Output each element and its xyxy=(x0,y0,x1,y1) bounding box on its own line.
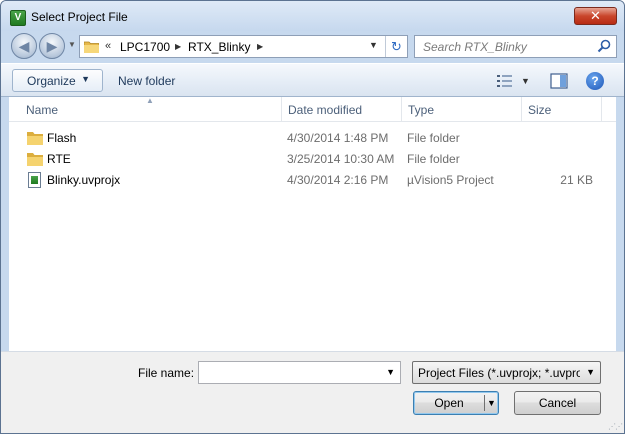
file-row-blinky-uvprojx[interactable]: Blinky.uvprojx 4/30/2014 2:16 PM µVision… xyxy=(9,170,616,191)
file-type-filter-select[interactable]: Project Files (*.uvprojx; *.uvproj) ▼ xyxy=(412,361,601,384)
file-name: Blinky.uvprojx xyxy=(47,173,121,187)
file-name: Flash xyxy=(47,131,77,145)
breadcrumb-separator-icon[interactable]: ▶ xyxy=(175,42,181,51)
organize-label: Organize xyxy=(27,74,76,88)
uvision-project-icon xyxy=(28,172,41,188)
file-selection-panel: File name: ▼ Project Files (*.uvprojx; *… xyxy=(1,351,624,433)
column-size[interactable]: Size xyxy=(522,97,602,122)
file-date: 3/25/2014 10:30 AM xyxy=(287,152,395,166)
open-options-dropdown-icon[interactable]: ▼ xyxy=(487,392,496,414)
folder-icon xyxy=(27,132,43,145)
cancel-button[interactable]: Cancel xyxy=(514,391,601,415)
change-view-icon[interactable] xyxy=(496,74,514,88)
file-date: 4/30/2014 2:16 PM xyxy=(287,173,389,187)
column-type[interactable]: Type xyxy=(402,97,522,122)
breadcrumb-rtx-blinky[interactable]: RTX_Blinky xyxy=(188,40,250,54)
dialog-title: Select Project File xyxy=(31,10,128,24)
command-bar: Organize ▼ New folder ▼ ? xyxy=(1,63,624,97)
file-name-input[interactable] xyxy=(199,362,379,383)
back-button[interactable]: ◀ xyxy=(11,33,37,59)
file-type: µVision5 Project xyxy=(407,173,494,187)
file-size: 21 KB xyxy=(560,173,593,187)
breadcrumb-overflow[interactable]: « xyxy=(105,40,111,52)
forward-button[interactable]: ▶ xyxy=(39,33,65,59)
search-icon[interactable] xyxy=(596,38,612,54)
file-name-dropdown-icon[interactable]: ▼ xyxy=(386,367,395,377)
file-name-label: File name: xyxy=(138,366,195,380)
address-bar[interactable]: « LPC1700 ▶ RTX_Blinky ▶ ▼ ↻ xyxy=(79,35,408,58)
resize-grip-icon[interactable]: ⋰⋰ xyxy=(608,422,623,431)
recent-locations-chevron-icon[interactable]: ▼ xyxy=(68,40,76,49)
organize-button[interactable]: Organize ▼ xyxy=(12,69,103,92)
file-date: 4/30/2014 1:48 PM xyxy=(287,131,389,145)
file-list: Name ▲ Date modified Type Size Flash 4/3… xyxy=(9,96,616,351)
folder-icon xyxy=(27,153,43,166)
file-type: File folder xyxy=(407,131,460,145)
chevron-down-icon: ▼ xyxy=(81,74,90,84)
title-bar: V Select Project File ✕ xyxy=(1,1,624,31)
sort-ascending-icon: ▲ xyxy=(146,96,154,105)
file-name: RTE xyxy=(47,152,71,166)
file-name-combo: ▼ xyxy=(198,361,401,384)
search-box xyxy=(414,35,617,58)
select-project-file-dialog: V Select Project File ✕ ◀ ▶ ▼ « LPC1700 … xyxy=(0,0,625,434)
address-dropdown-icon[interactable]: ▼ xyxy=(369,40,378,50)
navigation-bar: ◀ ▶ ▼ « LPC1700 ▶ RTX_Blinky ▶ ▼ ↻ xyxy=(1,31,624,63)
open-button[interactable]: Open ▼ xyxy=(413,391,499,415)
file-row-rte[interactable]: RTE 3/25/2014 10:30 AM File folder xyxy=(9,149,616,170)
close-button[interactable]: ✕ xyxy=(574,7,617,25)
file-row-flash[interactable]: Flash 4/30/2014 1:48 PM File folder xyxy=(9,128,616,149)
breadcrumb-separator-icon[interactable]: ▶ xyxy=(257,42,263,51)
search-input[interactable] xyxy=(415,36,595,57)
refresh-button[interactable]: ↻ xyxy=(385,36,407,57)
chevron-down-icon: ▼ xyxy=(586,367,595,377)
breadcrumb-lpc1700[interactable]: LPC1700 xyxy=(120,40,170,54)
folder-icon xyxy=(84,41,99,53)
open-label: Open xyxy=(434,396,464,410)
column-header: Name ▲ Date modified Type Size xyxy=(9,96,616,122)
preview-pane-icon[interactable] xyxy=(550,73,568,89)
file-type: File folder xyxy=(407,152,460,166)
help-icon[interactable]: ? xyxy=(586,72,604,90)
new-folder-button[interactable]: New folder xyxy=(118,74,175,88)
split-divider xyxy=(484,395,485,411)
file-type-filter-value: Project Files (*.uvprojx; *.uvproj) xyxy=(418,366,580,380)
column-date-modified[interactable]: Date modified xyxy=(282,97,402,122)
views-dropdown-icon[interactable]: ▼ xyxy=(521,76,530,86)
uvision-app-icon: V xyxy=(10,10,26,26)
